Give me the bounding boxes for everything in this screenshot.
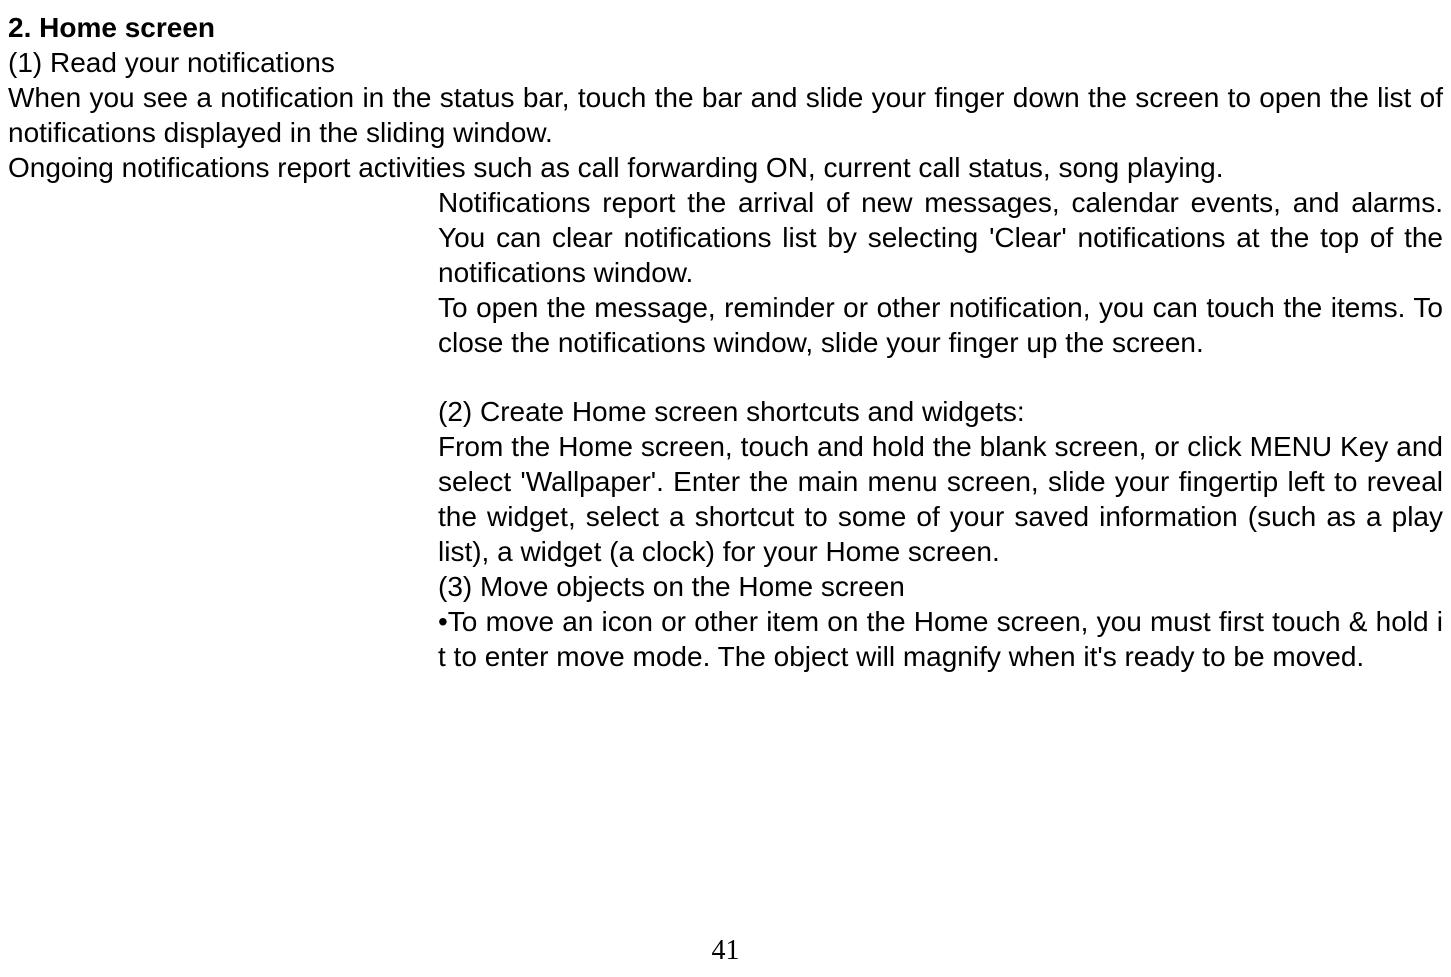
paragraph-2: Ongoing notifications report activities … [8, 150, 1443, 185]
subsection-1-title: (1) Read your notifications [8, 45, 1443, 80]
subsection-3-title: (3) Move objects on the Home screen [438, 569, 1443, 604]
paragraph-4: To open the message, reminder or other n… [438, 290, 1443, 360]
blank-line [438, 360, 1443, 394]
page-number: 41 [0, 935, 1451, 967]
section-heading: 2. Home screen [8, 10, 1443, 45]
paragraph-3: Notifications report the arrival of new … [438, 185, 1443, 290]
indented-content: Notifications report the arrival of new … [438, 185, 1443, 674]
subsection-2-title: (2) Create Home screen shortcuts and wid… [438, 394, 1443, 429]
paragraph-6: •To move an icon or other item on the Ho… [438, 604, 1443, 674]
paragraph-1: When you see a notification in the statu… [8, 80, 1443, 150]
paragraph-5: From the Home screen, touch and hold the… [438, 429, 1443, 569]
